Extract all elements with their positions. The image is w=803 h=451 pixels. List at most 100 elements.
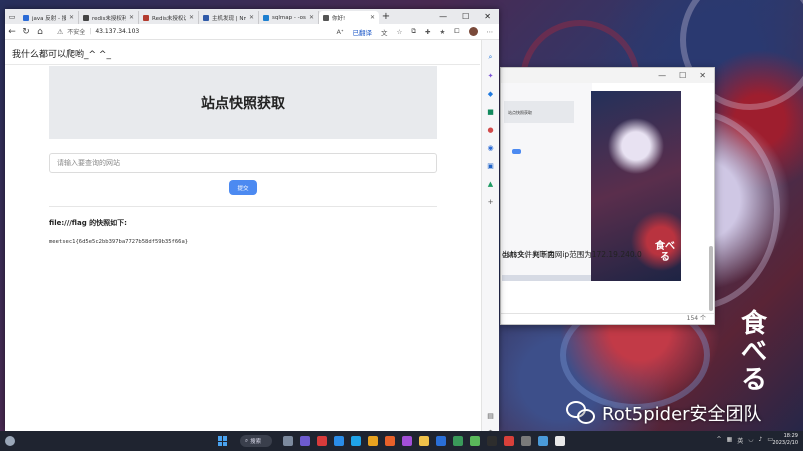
drop-icon[interactable]: ▲ (485, 178, 496, 189)
tools-icon[interactable]: ■ (485, 106, 496, 117)
page-content: 我什么都可以爬哟_^ ^_ 站点快照获取 提交 file:///flag 的快照… (5, 40, 480, 431)
read-aloud-icon[interactable]: Aᐩ (337, 28, 344, 36)
search-icon[interactable]: ⌕ (485, 52, 496, 63)
tab-close-icon[interactable]: ✕ (189, 14, 194, 21)
sparkle-icon[interactable]: ✦ (485, 70, 496, 81)
profile-avatar[interactable] (468, 27, 478, 36)
chevron-up-icon[interactable]: ^ (717, 436, 722, 445)
weather-icon[interactable] (5, 436, 15, 446)
office-icon[interactable]: ◉ (485, 142, 496, 153)
browser-tab[interactable]: java 反射 - 搜索✕ (19, 11, 79, 24)
maximize-icon[interactable]: ☐ (462, 12, 469, 21)
tab-actions-icon[interactable]: ▭ (5, 9, 19, 24)
home-icon[interactable]: ⌂ (33, 27, 47, 37)
sidebar-layout-icon[interactable]: ▤ (485, 410, 496, 421)
tab-label: 主机发现 | Nmap (212, 15, 246, 22)
tag-icon[interactable]: ◆ (485, 88, 496, 99)
tab-label: 你好! (332, 15, 346, 22)
wechat-icon[interactable] (470, 436, 480, 446)
browser-toolbar: ← ↻ ⌂ ⚠ 不安全 | 43.137.34.103 Aᐩ 已翻译 文 ☆ ⧉… (5, 24, 499, 40)
app-icon[interactable] (317, 436, 327, 446)
extension-icon[interactable]: ✚ (425, 28, 430, 36)
translate-icon[interactable]: 文 (381, 27, 388, 37)
file-explorer-icon[interactable] (419, 436, 429, 446)
app-icon[interactable] (521, 436, 531, 446)
address-separator: | (89, 28, 92, 35)
start-button[interactable] (218, 436, 228, 446)
security-label[interactable]: 不安全 (67, 27, 85, 36)
tab-close-icon[interactable]: ✕ (69, 14, 74, 21)
search-icon: ⌕ (245, 437, 249, 444)
app-icon[interactable] (436, 436, 446, 446)
status-bar: 154 个 (501, 313, 714, 324)
address-bar[interactable]: ⚠ 不安全 | 43.137.34.103 (57, 27, 337, 37)
tab-label: java 反射 - 搜索 (32, 15, 66, 22)
new-tab-button[interactable]: + (379, 11, 393, 22)
system-tray: ^ ▦ 英 ◡ ♪ ▭ (717, 436, 773, 445)
back-icon[interactable]: ← (5, 27, 19, 37)
favorites-icon[interactable]: ★ (439, 28, 445, 36)
app-icon[interactable] (504, 436, 514, 446)
minimize-icon[interactable]: — (658, 71, 666, 80)
url-input[interactable] (49, 153, 437, 173)
volume-icon[interactable]: ♪ (758, 436, 762, 445)
browser-tab[interactable]: sqlmap - -os-sh✕ (259, 11, 319, 24)
app-icon[interactable] (334, 436, 344, 446)
refresh-icon[interactable]: ↻ (19, 27, 33, 37)
tab-favicon-icon (83, 14, 89, 21)
close-icon[interactable]: ✕ (484, 12, 491, 21)
result-divider (49, 206, 437, 207)
tab-label: redis未授权利用 (92, 15, 126, 22)
browser-tab[interactable]: Redis未授权访问✕ (139, 11, 199, 24)
tab-favicon-icon (263, 14, 269, 21)
favorite-icon[interactable]: ☆ (397, 28, 403, 36)
input-language[interactable]: 英 (737, 436, 743, 445)
terminal-icon[interactable] (487, 436, 497, 446)
app-icon[interactable] (453, 436, 463, 446)
clock[interactable]: 18:29 2023/2/10 (772, 433, 798, 447)
collections-icon[interactable]: ⧠ (454, 27, 459, 36)
browser-window[interactable]: ▭ java 反射 - 搜索✕redis未授权利用✕Redis未授权访问✕主机发… (5, 9, 499, 431)
split-screen-icon[interactable]: ⧉ (411, 27, 416, 36)
warning-icon[interactable]: ⚠ (57, 28, 63, 36)
app-icon[interactable] (402, 436, 412, 446)
outlook-icon[interactable]: ▣ (485, 160, 496, 171)
task-view-icon[interactable] (283, 436, 293, 446)
app-icon[interactable] (538, 436, 548, 446)
bg-window-titlebar[interactable]: — ☐ ✕ (501, 68, 714, 83)
add-icon[interactable]: + (485, 196, 496, 207)
tab-close-icon[interactable]: ✕ (249, 14, 254, 21)
maximize-icon[interactable]: ☐ (679, 71, 686, 80)
browser-tab[interactable]: 你好! ✕ (319, 11, 379, 24)
embedded-wallpaper-text: 食べる (655, 241, 675, 263)
typora-icon[interactable] (555, 436, 565, 446)
wallpaper-text: 食べる (740, 309, 767, 395)
close-icon[interactable]: ✕ (699, 71, 706, 80)
wifi-icon[interactable]: ◡ (748, 436, 753, 445)
minimize-icon[interactable]: — (439, 12, 447, 21)
url-text[interactable]: 43.137.34.103 (95, 28, 139, 35)
browser-tab[interactable]: 主机发现 | Nmap✕ (199, 11, 259, 24)
edge-icon[interactable] (351, 436, 361, 446)
background-window[interactable]: — ☐ ✕ 站点快照获取 食べる osts头，判断内网ip范围为172.19.2… (500, 67, 715, 325)
translated-label[interactable]: 已翻译 (353, 27, 373, 37)
hero-banner: 站点快照获取 (49, 66, 437, 139)
tab-label: Redis未授权访问 (152, 15, 186, 22)
games-icon[interactable]: ● (485, 124, 496, 135)
tab-close-icon[interactable]: ✕ (370, 14, 375, 21)
chat-icon[interactable] (300, 436, 310, 446)
submit-button[interactable]: 提交 (229, 180, 257, 195)
chrome-icon[interactable] (368, 436, 378, 446)
tab-strip: ▭ java 反射 - 搜索✕redis未授权利用✕Redis未授权访问✕主机发… (5, 9, 499, 24)
doc-text-line-2: 当前文件夹下面 (502, 250, 555, 259)
page-title: 站点快照获取 (201, 95, 285, 112)
scrollbar[interactable] (709, 246, 713, 311)
firefox-icon[interactable] (385, 436, 395, 446)
browser-tab[interactable]: redis未授权利用✕ (79, 11, 139, 24)
edge-sidebar: ⌕ ✦ ◆ ■ ● ◉ ▣ ▲ + ▤ ⚙ (481, 40, 499, 431)
tab-close-icon[interactable]: ✕ (309, 14, 314, 21)
more-icon[interactable]: ⋯ (487, 28, 494, 36)
tab-close-icon[interactable]: ✕ (129, 14, 134, 21)
app-tray-icon[interactable]: ▦ (727, 436, 733, 445)
taskbar-search[interactable]: ⌕ 搜索 (240, 435, 272, 447)
